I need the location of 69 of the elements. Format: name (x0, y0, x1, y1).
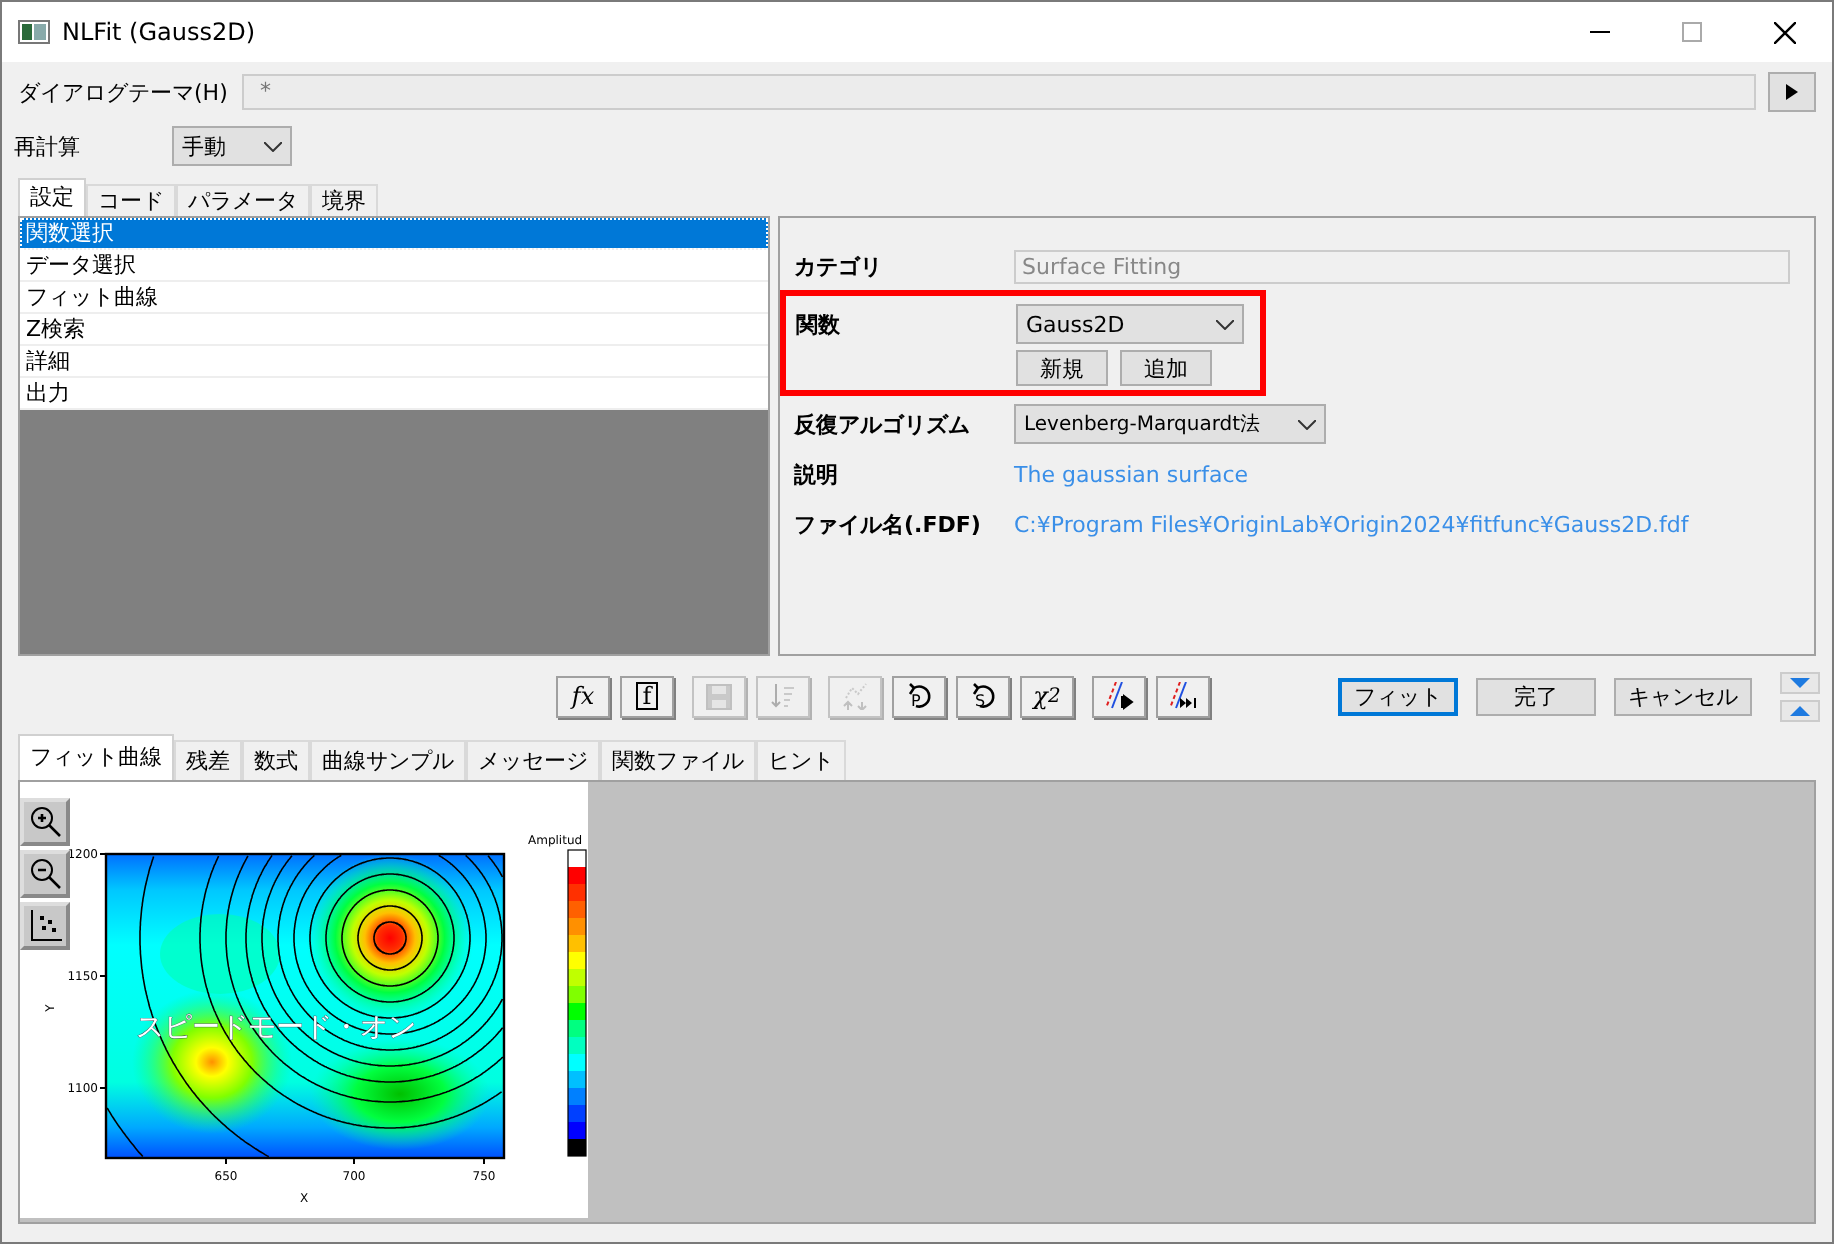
action-button[interactable]: 完了 (1476, 677, 1596, 715)
tab[interactable]: 曲線サンプル (310, 740, 466, 780)
tab[interactable]: ヒント (756, 740, 846, 780)
action-button[interactable]: フィット (1338, 677, 1458, 715)
triangle-down-icon (1790, 677, 1810, 687)
step-tool-button[interactable] (1092, 675, 1146, 717)
function-button[interactable]: 新規 (1016, 350, 1108, 386)
step-item[interactable]: Z検索 (20, 314, 768, 346)
tab[interactable]: 設定 (18, 178, 86, 216)
step-item[interactable]: 詳細 (20, 346, 768, 378)
file-name-label: ファイル名(.FDF) (794, 509, 983, 539)
category-field: Surface Fitting (1014, 249, 1790, 283)
description-text: The gaussian surface (1014, 461, 1249, 487)
undo-tool-button[interactable]: S (956, 675, 1010, 717)
recalculate-label: 再計算 (14, 131, 82, 161)
scatter-axes-icon (27, 908, 63, 944)
undo-arrow-icon (971, 682, 995, 710)
undo-letter: P (911, 692, 921, 710)
category-label: カテゴリ (794, 251, 884, 281)
edit-tool-button[interactable]: fx (556, 675, 610, 717)
theme-menu-button[interactable] (1768, 72, 1816, 112)
tab[interactable]: メッセージ (466, 740, 600, 780)
algorithm-label: 反復アルゴリズム (794, 409, 972, 439)
magnifier-minus-icon (27, 856, 63, 892)
end-tool-button[interactable] (1156, 675, 1210, 717)
algorithm-dropdown[interactable]: Levenberg-Marquardt法 (1014, 404, 1326, 444)
sort-down-icon (770, 682, 796, 710)
magnifier-plus-icon (27, 804, 63, 840)
chevron-down-icon (264, 141, 282, 151)
undo-arrow-icon (907, 682, 931, 710)
undo-letter: S (975, 692, 986, 710)
window-title: NLFit (Gauss2D) (62, 18, 256, 46)
tab[interactable]: コード (86, 184, 176, 216)
collapse-button[interactable] (1780, 671, 1820, 693)
skip-to-end-icon (1167, 681, 1199, 711)
step-item[interactable]: 出力 (20, 378, 768, 410)
chevron-down-icon (1298, 419, 1316, 429)
recalculate-dropdown[interactable]: 手動 (172, 126, 292, 166)
step-forward-icon (1103, 681, 1135, 711)
tab[interactable]: 残差 (174, 740, 242, 780)
arrow-right-icon (1786, 84, 1798, 100)
tab[interactable]: パラメータ (176, 184, 310, 216)
tab[interactable]: フィット曲線 (18, 734, 174, 780)
function-button[interactable]: 追加 (1120, 350, 1212, 386)
chevron-down-icon (1216, 319, 1234, 329)
triangle-up-icon (1790, 705, 1810, 715)
tab[interactable]: 境界 (310, 184, 378, 216)
description-label: 説明 (794, 459, 840, 489)
step-item[interactable]: 関数選択 (20, 218, 768, 250)
dialog-theme-field[interactable]: * (242, 74, 1756, 110)
zoom-in-button[interactable] (20, 798, 70, 846)
app-icon (18, 20, 50, 44)
undo-tool-button[interactable]: P (892, 675, 946, 717)
step-item[interactable]: データ選択 (20, 250, 768, 282)
rescale-button[interactable] (20, 902, 70, 950)
close-icon[interactable] (1774, 21, 1796, 43)
action-button[interactable]: キャンセル (1614, 677, 1752, 715)
zoom-out-button[interactable] (20, 850, 70, 898)
tab[interactable]: 数式 (242, 740, 310, 780)
function-dropdown[interactable]: Gauss2D (1016, 304, 1244, 344)
tab[interactable]: 関数ファイル (600, 740, 756, 780)
step-item[interactable]: フィット曲線 (20, 282, 768, 314)
file-path-text: C:¥Program Files¥OriginLab¥Origin2024¥fitfunc¥Gauss2D.fdf (1014, 511, 1689, 537)
dialog-theme-label: ダイアログテーマ(H) (18, 77, 230, 107)
save-icon (706, 683, 732, 709)
function-label: 関数 (796, 309, 842, 339)
file-tool-button[interactable]: f (620, 675, 674, 717)
scatter-arrows-icon (841, 682, 869, 710)
expand-button[interactable] (1780, 699, 1820, 721)
